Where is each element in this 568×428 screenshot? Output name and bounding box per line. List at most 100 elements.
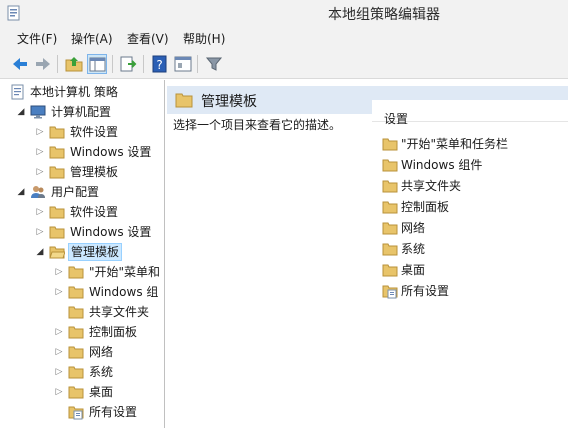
folder-icon xyxy=(68,306,84,319)
folder-icon xyxy=(68,386,84,399)
folder-icon xyxy=(382,201,398,214)
all-settings-icon xyxy=(382,285,398,299)
list-item[interactable]: 系统 xyxy=(382,239,568,260)
settings-list: 设置 "开始"菜单和任务栏 Windows 组件 共享文件夹 控制面板 网络 系… xyxy=(372,100,568,428)
list-item-label: 控制面板 xyxy=(401,200,450,214)
tree-user-config[interactable]: ◢ 用户配置 xyxy=(0,182,164,202)
tree-item[interactable]: ▷ Windows 设置 xyxy=(0,142,164,162)
folder-icon xyxy=(382,180,398,193)
list-item[interactable]: 桌面 xyxy=(382,260,568,281)
list-item-label: 共享文件夹 xyxy=(401,179,462,193)
list-item[interactable]: "开始"菜单和任务栏 xyxy=(382,134,568,155)
expand-arrow-icon[interactable]: ▷ xyxy=(54,386,64,398)
tree-item-label: 共享文件夹 xyxy=(89,305,150,319)
export-list-icon[interactable] xyxy=(118,54,138,74)
folder-icon xyxy=(382,264,398,277)
expand-arrow-icon[interactable]: ▷ xyxy=(35,206,45,218)
tree-item-label: Windows 设置 xyxy=(70,225,152,239)
tree-pane: 本地计算机 策略 ◢ 计算机配置 ▷ 软件设置 ▷ Windows 设置 ▷ 管… xyxy=(0,80,165,428)
list-item-label: 系统 xyxy=(401,242,426,256)
svg-text:?: ? xyxy=(156,58,162,72)
list-item-label: 所有设置 xyxy=(401,284,450,298)
expand-arrow-icon[interactable]: ◢ xyxy=(16,106,26,118)
expand-arrow-icon[interactable]: ▷ xyxy=(54,326,64,338)
expand-arrow-icon[interactable]: ▷ xyxy=(54,266,64,278)
tree-item[interactable]: ▷ "开始"菜单和 xyxy=(0,262,164,282)
tree-item[interactable]: ▷ 网络 xyxy=(0,342,164,362)
list-item[interactable]: 共享文件夹 xyxy=(382,176,568,197)
list-item[interactable]: 所有设置 xyxy=(382,281,568,302)
toolbar-separator xyxy=(57,55,58,73)
tree-item[interactable]: ▷ Windows 设置 xyxy=(0,222,164,242)
tree-item-label: 桌面 xyxy=(89,385,114,399)
up-folder-icon[interactable] xyxy=(64,54,84,74)
toolbar-separator xyxy=(143,55,144,73)
back-arrow-icon[interactable] xyxy=(10,54,30,74)
content-header-title: 管理模板 xyxy=(201,94,257,110)
list-item[interactable]: 网络 xyxy=(382,218,568,239)
tree-item[interactable]: 共享文件夹 xyxy=(0,302,164,322)
folder-icon xyxy=(68,366,84,379)
menu-action[interactable]: 操作(A) xyxy=(71,30,113,47)
tree-item-label: 系统 xyxy=(89,365,114,379)
folder-icon xyxy=(49,206,65,219)
menu-bar: 文件(F) 操作(A) 查看(V) 帮助(H) xyxy=(0,27,568,49)
tree-item[interactable]: 所有设置 xyxy=(0,402,164,422)
tree-item[interactable]: ▷ 系统 xyxy=(0,362,164,382)
description-text: 选择一个项目来查看它的描述。 xyxy=(173,118,342,132)
folder-icon xyxy=(382,159,398,172)
expand-arrow-icon[interactable]: ▷ xyxy=(35,226,45,238)
tree-item-label: 控制面板 xyxy=(89,325,138,339)
folder-icon xyxy=(49,146,65,159)
filter-icon[interactable] xyxy=(204,54,224,74)
folder-icon xyxy=(382,138,398,151)
forward-arrow-icon[interactable] xyxy=(33,54,53,74)
menu-file[interactable]: 文件(F) xyxy=(17,30,57,47)
folder-icon xyxy=(68,266,84,279)
computer-icon xyxy=(30,105,46,119)
menu-help[interactable]: 帮助(H) xyxy=(183,30,225,47)
toolbar-separator xyxy=(112,55,113,73)
tree-item[interactable]: ▷ 桌面 xyxy=(0,382,164,402)
tree-item[interactable]: ▷ 管理模板 xyxy=(0,162,164,182)
expand-arrow-icon[interactable]: ▷ xyxy=(35,166,45,178)
tree-item[interactable]: ▷ 软件设置 xyxy=(0,202,164,222)
folder-icon xyxy=(175,93,193,108)
expand-arrow-icon[interactable]: ▷ xyxy=(54,286,64,298)
tree-item[interactable]: ▷ 控制面板 xyxy=(0,322,164,342)
help-icon[interactable]: ? xyxy=(150,54,170,74)
window-title: 本地组策略编辑器 xyxy=(328,7,440,23)
tree-root-label: 本地计算机 策略 xyxy=(30,85,118,99)
expand-arrow-icon[interactable]: ▷ xyxy=(35,126,45,138)
tree-item[interactable]: ▷ 软件设置 xyxy=(0,122,164,142)
tree-item-label: 管理模板 xyxy=(68,243,123,261)
expand-arrow-icon[interactable]: ▷ xyxy=(54,346,64,358)
tree-item[interactable]: ▷ Windows 组 xyxy=(0,282,164,302)
list-item-label: 桌面 xyxy=(401,263,426,277)
expand-arrow-icon[interactable]: ◢ xyxy=(35,246,45,258)
toolbar: ? xyxy=(0,49,568,79)
tree-item-label: 管理模板 xyxy=(70,165,119,179)
folder-icon xyxy=(49,166,65,179)
folder-icon xyxy=(68,326,84,339)
open-folder-icon xyxy=(49,246,65,259)
list-item[interactable]: 控制面板 xyxy=(382,197,568,218)
menu-view[interactable]: 查看(V) xyxy=(127,30,169,47)
show-hide-tree-icon[interactable] xyxy=(87,54,107,74)
folder-icon xyxy=(382,222,398,235)
list-item-label: Windows 组件 xyxy=(401,158,483,172)
expand-arrow-icon[interactable]: ▷ xyxy=(35,146,45,158)
expand-arrow-icon[interactable]: ▷ xyxy=(54,366,64,378)
properties-icon[interactable] xyxy=(173,54,193,74)
tree-item-label: 所有设置 xyxy=(89,405,138,419)
users-icon xyxy=(31,186,45,198)
tree-item-label: 软件设置 xyxy=(70,125,119,139)
policy-document-icon xyxy=(11,84,24,100)
column-header-settings[interactable]: 设置 xyxy=(372,100,568,126)
tree-root[interactable]: 本地计算机 策略 xyxy=(0,82,164,102)
tree-item-selected[interactable]: ◢ 管理模板 xyxy=(0,242,164,262)
toolbar-separator xyxy=(197,55,198,73)
list-item[interactable]: Windows 组件 xyxy=(382,155,568,176)
expand-arrow-icon[interactable]: ◢ xyxy=(16,186,26,198)
tree-computer-config[interactable]: ◢ 计算机配置 xyxy=(0,102,164,122)
